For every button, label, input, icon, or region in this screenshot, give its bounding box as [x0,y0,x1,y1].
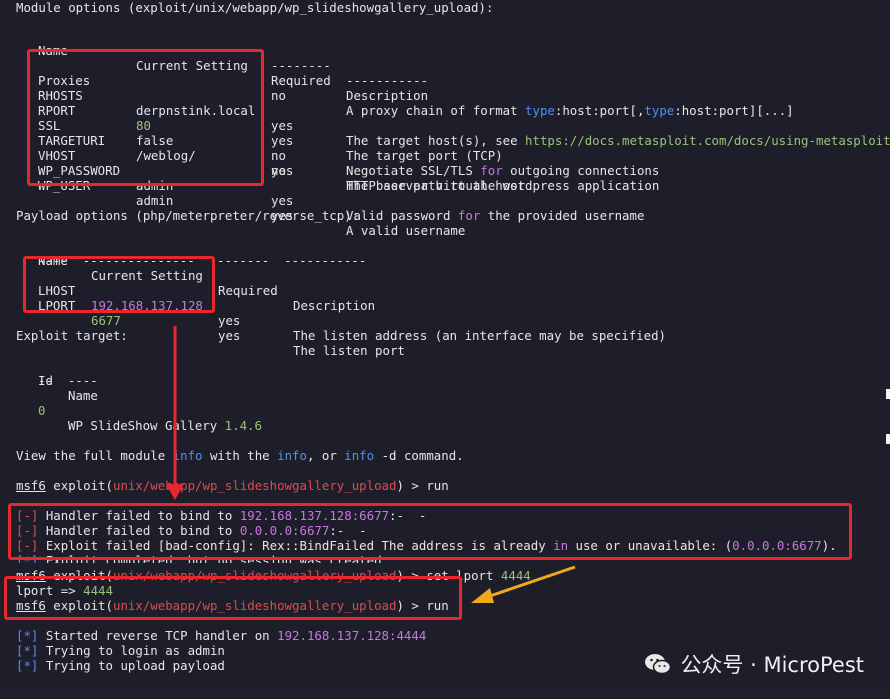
scrollbar-marker[interactable] [886,389,890,399]
yellow-arrow-head [471,588,494,603]
red-arrow-head [166,484,184,500]
bottom-status-bar [0,685,890,699]
watermark-text: 公众号 · MicroPest [680,653,864,677]
watermark: 公众号 · MicroPest [644,649,864,679]
scrollbar-marker[interactable] [886,434,890,444]
annotation-arrows [166,326,576,603]
terminal-window[interactable]: Module options (exploit/unix/webapp/wp_s… [0,0,890,699]
wechat-icon [645,654,672,675]
yellow-arrow-line [486,565,576,599]
